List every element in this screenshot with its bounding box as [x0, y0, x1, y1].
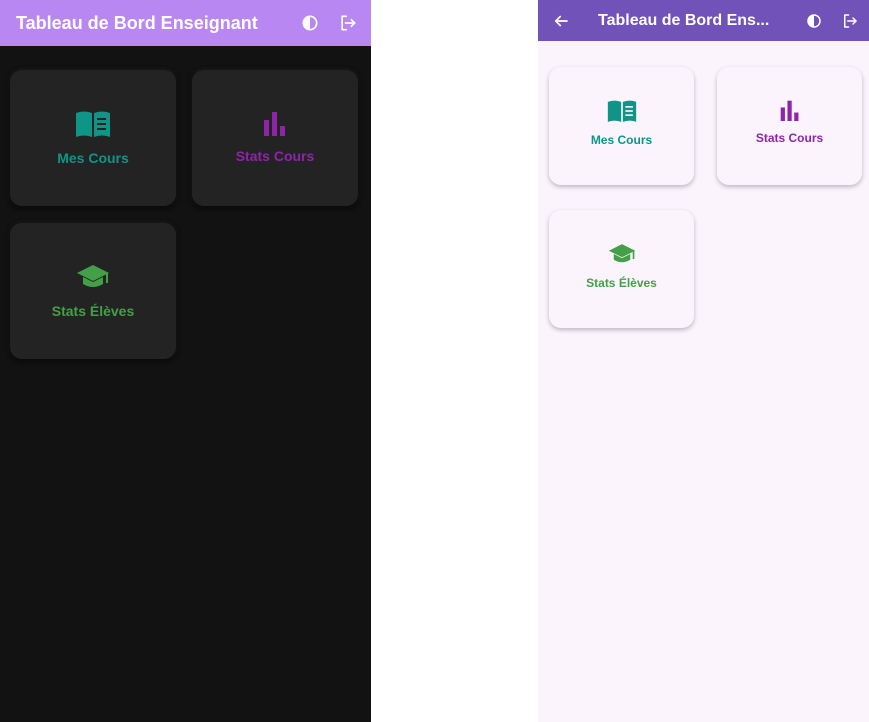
bar-chart-icon — [779, 99, 801, 121]
card-mes-cours[interactable]: Mes Cours — [10, 70, 176, 206]
card-stats-cours[interactable]: Stats Cours — [717, 67, 862, 185]
card-mes-cours[interactable]: Mes Cours — [549, 67, 694, 185]
card-label: Stats Cours — [755, 131, 824, 145]
card-label: Stats Élèves — [51, 303, 135, 319]
graduation-cap-icon — [608, 242, 636, 266]
bar-chart-icon — [262, 110, 288, 136]
theme-toggle-icon[interactable] — [297, 10, 323, 36]
dark-theme-screen: Tableau de Bord Enseignant Mes Cours Sta… — [0, 0, 371, 722]
logout-icon[interactable] — [837, 8, 863, 34]
back-arrow-icon[interactable] — [548, 8, 574, 34]
card-stats-cours[interactable]: Stats Cours — [192, 70, 358, 206]
graduation-cap-icon — [76, 263, 110, 291]
book-icon — [75, 110, 111, 138]
app-bar-title: Tableau de Bord Ens... — [598, 11, 770, 29]
card-stats-eleves[interactable]: Stats Élèves — [549, 210, 694, 328]
card-stats-eleves[interactable]: Stats Élèves — [10, 223, 176, 359]
logout-icon[interactable] — [335, 10, 361, 36]
card-label: Mes Cours — [590, 133, 653, 147]
card-label: Stats Élèves — [586, 276, 657, 290]
card-label: Stats Cours — [235, 148, 315, 164]
card-label: Mes Cours — [57, 150, 129, 166]
app-bar-title: Tableau de Bord Enseignant — [16, 12, 258, 33]
theme-toggle-icon[interactable] — [801, 8, 827, 34]
app-bar: Tableau de Bord Enseignant — [0, 0, 371, 46]
app-bar: Tableau de Bord Ens... — [538, 0, 869, 41]
light-theme-screen: Tableau de Bord Ens... Mes Cours Stats C… — [538, 0, 869, 722]
book-icon — [607, 99, 637, 123]
